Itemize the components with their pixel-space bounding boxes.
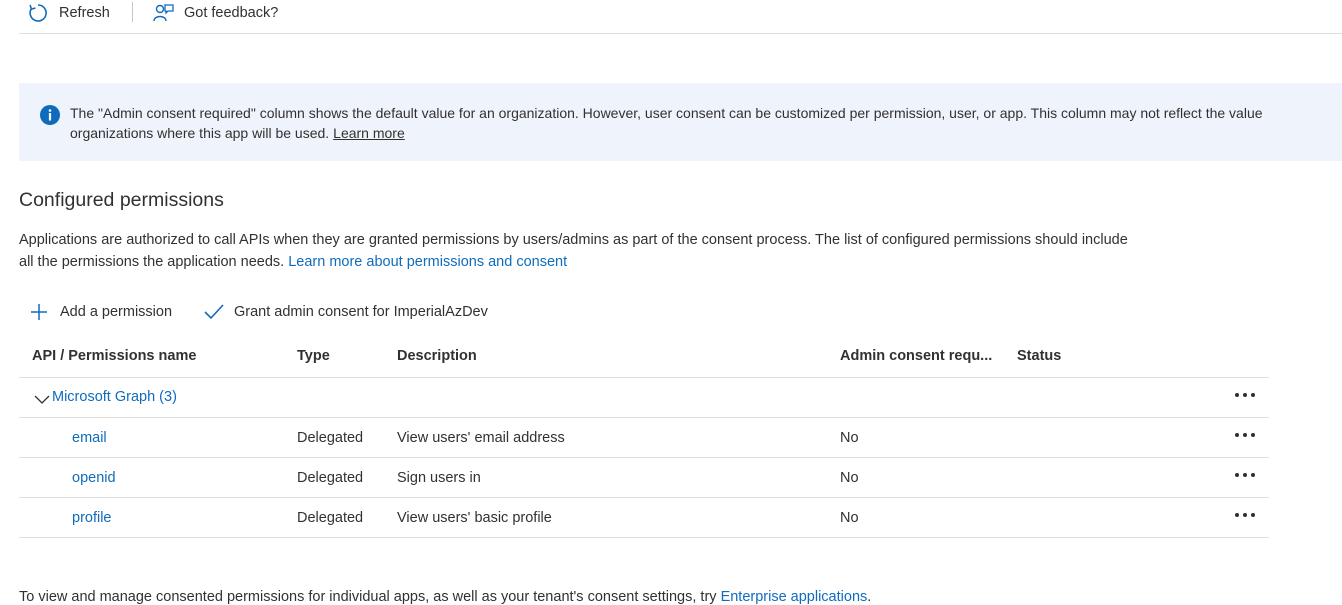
column-header-type[interactable]: Type	[297, 348, 330, 364]
section-description: Applications are authorized to call APIs…	[19, 229, 1279, 273]
add-permission-label: Add a permission	[60, 304, 173, 320]
toolbar-divider	[132, 2, 133, 22]
column-header-description[interactable]: Description	[397, 348, 477, 364]
refresh-button[interactable]: Refresh	[27, 0, 110, 26]
command-bar: Refresh Got feedback?	[19, 0, 1342, 34]
column-header-api-name[interactable]: API / Permissions name	[32, 348, 196, 364]
info-banner: The "Admin consent required" column show…	[19, 83, 1342, 161]
grant-admin-consent-button[interactable]: Grant admin consent for ImperialAzDev	[203, 301, 488, 323]
permission-name-link[interactable]: email	[72, 430, 107, 446]
permission-description: View users' basic profile	[397, 510, 552, 526]
permissions-table: API / Permissions name Type Description …	[19, 337, 1269, 538]
chevron-down-icon[interactable]	[34, 392, 50, 404]
feedback-icon	[152, 2, 174, 24]
permission-name-link[interactable]: profile	[72, 510, 112, 526]
column-header-status[interactable]: Status	[1017, 348, 1061, 364]
info-banner-line2: organizations where this app will be use…	[70, 124, 330, 141]
table-row: profile Delegated View users' basic prof…	[19, 498, 1269, 538]
enterprise-applications-link[interactable]: Enterprise applications	[721, 589, 868, 605]
permission-type: Delegated	[297, 470, 364, 486]
section-title: Configured permissions	[19, 189, 224, 211]
permission-type: Delegated	[297, 430, 364, 446]
footer-text: To view and manage consented permissions…	[19, 589, 871, 605]
refresh-label: Refresh	[59, 5, 110, 21]
group-name-link[interactable]: Microsoft Graph (3)	[52, 389, 177, 405]
table-row: email Delegated View users' email addres…	[19, 418, 1269, 458]
grant-admin-consent-label: Grant admin consent for ImperialAzDev	[234, 304, 488, 320]
group-row-microsoft-graph[interactable]: Microsoft Graph (3)	[19, 378, 1269, 418]
add-permission-button[interactable]: Add a permission	[29, 301, 172, 323]
section-description-line1: Applications are authorized to call APIs…	[19, 232, 1128, 248]
admin-consent-value: No	[840, 510, 859, 526]
admin-consent-value: No	[840, 470, 859, 486]
column-header-admin-consent[interactable]: Admin consent requ...	[840, 348, 992, 364]
plus-icon	[29, 302, 49, 322]
section-description-line2: all the permissions the application need…	[19, 254, 285, 270]
footer-text-end: .	[867, 589, 872, 605]
more-icon[interactable]	[1233, 508, 1257, 522]
table-header: API / Permissions name Type Description …	[19, 337, 1269, 378]
permission-name-link[interactable]: openid	[72, 470, 116, 486]
info-banner-text: The "Admin consent required" column show…	[70, 104, 1342, 143]
feedback-label: Got feedback?	[184, 5, 279, 21]
permission-description: View users' email address	[397, 430, 565, 446]
more-icon[interactable]	[1233, 468, 1257, 482]
feedback-button[interactable]: Got feedback?	[152, 0, 278, 26]
footer-text-body: To view and manage consented permissions…	[19, 589, 717, 605]
info-banner-line1: The "Admin consent required" column show…	[70, 105, 1263, 121]
info-icon	[40, 105, 60, 125]
table-row: openid Delegated Sign users in No	[19, 458, 1269, 498]
permission-description: Sign users in	[397, 470, 481, 486]
permission-type: Delegated	[297, 510, 364, 526]
learn-more-link[interactable]: Learn more	[333, 125, 405, 141]
refresh-icon	[27, 2, 49, 24]
more-icon[interactable]	[1233, 388, 1257, 402]
admin-consent-value: No	[840, 430, 859, 446]
more-icon[interactable]	[1233, 428, 1257, 442]
permissions-consent-link[interactable]: Learn more about permissions and consent	[288, 254, 567, 270]
checkmark-icon	[203, 302, 225, 322]
